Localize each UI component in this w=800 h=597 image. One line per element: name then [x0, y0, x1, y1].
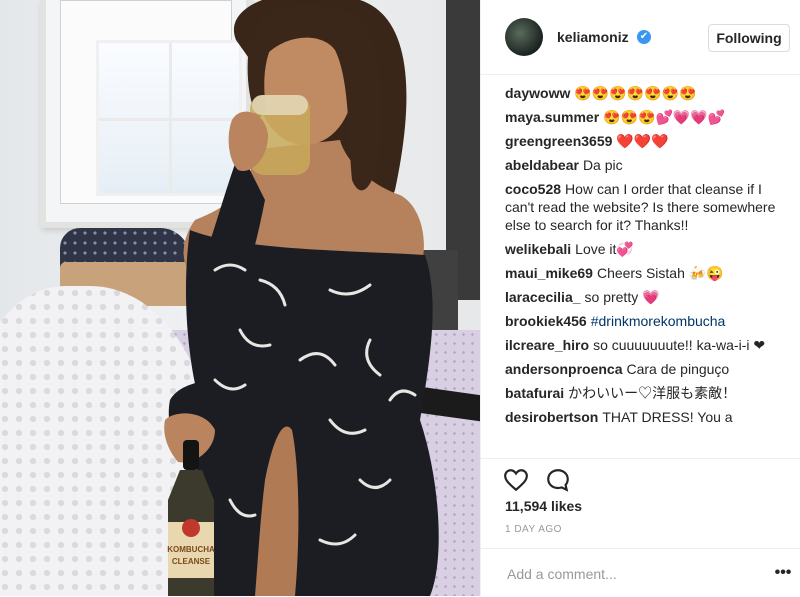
- post-timestamp[interactable]: 1 DAY AGO: [505, 524, 562, 535]
- comment-item: maya.summer 😍😍😍💕💗💗💕: [481, 108, 800, 126]
- post-header: keliamoniz ✔ Following: [481, 0, 800, 75]
- comment-username[interactable]: ilcreare_hiro: [505, 337, 589, 353]
- comment-text: THAT DRESS! You a: [602, 409, 733, 425]
- comment-item: maui_mike69 Cheers Sistah 🍻😜: [481, 264, 800, 282]
- comment-item: desirobertson THAT DRESS! You a: [481, 408, 800, 426]
- comment-username[interactable]: daywoww: [505, 85, 570, 101]
- post-photo[interactable]: KOMBUCHA CLEANSE: [0, 0, 480, 596]
- woman-figure: [164, 0, 439, 596]
- bottle-label-line2: CLEANSE: [172, 557, 211, 566]
- comment-username[interactable]: brookiek456: [505, 313, 587, 329]
- comment-text: so cuuuuuuute!! ka-wa-i-i ❤: [593, 337, 766, 353]
- comment-username[interactable]: desirobertson: [505, 409, 598, 425]
- comment-username[interactable]: batafurai: [505, 385, 564, 401]
- kombucha-bottle: KOMBUCHA CLEANSE: [167, 440, 215, 596]
- verified-badge-icon: ✔: [637, 30, 651, 44]
- comment-item: welikebali Love it💞: [481, 240, 800, 258]
- following-button[interactable]: Following: [708, 24, 790, 52]
- add-comment-input[interactable]: [505, 563, 759, 585]
- comment-text: ❤️❤️❤️: [616, 133, 669, 149]
- comment-icon[interactable]: [545, 467, 571, 493]
- comment-text: 😍😍😍😍😍😍😍: [574, 85, 697, 101]
- comment-text: 😍😍😍💕💗💗💕: [603, 109, 726, 125]
- comment-username[interactable]: maui_mike69: [505, 265, 593, 281]
- comment-username[interactable]: coco528: [505, 181, 561, 197]
- comment-item: greengreen3659 ❤️❤️❤️: [481, 132, 800, 150]
- comment-username[interactable]: andersonproenca: [505, 361, 622, 377]
- comments-list[interactable]: daywoww 😍😍😍😍😍😍😍 maya.summer 😍😍😍💕💗💗💕 greeng…: [481, 80, 800, 458]
- comment-item: andersonproenca Cara de pinguço: [481, 360, 800, 378]
- comment-username[interactable]: welikebali: [505, 241, 571, 257]
- username-link[interactable]: keliamoniz: [557, 29, 629, 45]
- comment-text: Da pic: [582, 157, 623, 173]
- add-comment-bar: •••: [481, 548, 800, 597]
- comment-item: brookiek456 #drinkmorekombucha: [481, 312, 800, 330]
- comment-item: daywoww 😍😍😍😍😍😍😍: [481, 84, 800, 102]
- more-options-icon[interactable]: •••: [771, 561, 795, 585]
- comment-item: laracecilia_ so pretty 💗: [481, 288, 800, 306]
- comment-item: coco528 How can I order that cleanse if I…: [481, 180, 800, 234]
- comment-item: abeldabear Da pic: [481, 156, 800, 174]
- bottle-label-line1: KOMBUCHA: [167, 545, 215, 554]
- comment-text: Cheers Sistah 🍻😜: [596, 265, 724, 281]
- comment-text: so pretty 💗: [584, 289, 660, 305]
- comment-username[interactable]: laracecilia_: [505, 289, 581, 305]
- comment-item: batafurai かわいいー♡洋服も素敵！: [481, 384, 800, 402]
- comment-item: ilcreare_hiro so cuuuuuuute!! ka-wa-i-i ❤: [481, 336, 800, 354]
- comment-username[interactable]: greengreen3659: [505, 133, 612, 149]
- post-side-panel: keliamoniz ✔ Following daywoww 😍😍😍😍😍😍😍 ma…: [480, 0, 800, 596]
- action-bar: [481, 458, 800, 499]
- comment-username[interactable]: abeldabear: [505, 157, 579, 173]
- instagram-post-view: KOMBUCHA CLEANSE keliamoniz ✔ Following …: [0, 0, 800, 596]
- comment-text: Cara de pinguço: [626, 361, 730, 377]
- comment-text: Love it💞: [575, 241, 634, 257]
- heart-icon[interactable]: [503, 467, 529, 493]
- avatar[interactable]: [505, 18, 543, 56]
- likes-count[interactable]: 11,594 likes: [505, 498, 582, 514]
- hashtag-link[interactable]: #drinkmorekombucha: [591, 313, 726, 329]
- comment-username[interactable]: maya.summer: [505, 109, 599, 125]
- comment-text: かわいいー♡洋服も素敵！: [568, 385, 737, 401]
